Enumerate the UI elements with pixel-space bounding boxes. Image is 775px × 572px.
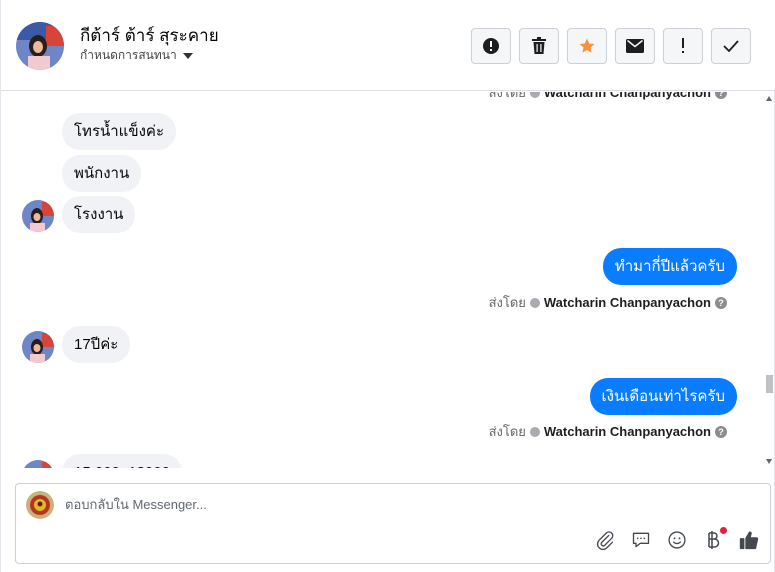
notification-dot	[720, 527, 727, 534]
scroll-up-arrow-icon[interactable]	[766, 96, 772, 101]
mark-unread-button[interactable]	[615, 28, 655, 64]
mark-done-button[interactable]	[711, 28, 751, 64]
chevron-down-icon	[182, 52, 193, 59]
contact-avatar-small	[22, 331, 54, 363]
conversation-header: กีต้าร์ ต้าร์ สุระคาย กำหนดการสนทนา	[1, 0, 775, 91]
delete-button[interactable]	[519, 28, 559, 64]
sent-by-label: ส่งโดย Watcharin Chanpanyachon ?	[489, 421, 727, 442]
follow-up-button[interactable]	[663, 28, 703, 64]
help-icon[interactable]: ?	[715, 425, 727, 438]
conversation-settings-label: กำหนดการสนทนา	[80, 48, 177, 62]
exclamation-circle-icon	[483, 38, 499, 54]
incoming-message[interactable]: พนักงาน	[62, 155, 142, 192]
outgoing-message[interactable]: เงินเดือนเท่าไรครับ	[589, 378, 737, 415]
help-icon[interactable]: ?	[715, 296, 727, 309]
saved-replies-button[interactable]	[630, 529, 652, 551]
check-icon	[723, 40, 739, 52]
sent-check-icon	[529, 426, 540, 437]
conversation-actions	[471, 28, 751, 64]
smiley-icon	[668, 531, 686, 549]
conversation-settings-dropdown[interactable]: กำหนดการสนทนา	[80, 46, 193, 65]
sent-by-label: ส่งโดย Watcharin Chanpanyachon ?	[489, 92, 727, 103]
inbox-conversation-panel: กีต้าร์ ต้าร์ สุระคาย กำหนดการสนทนา ส่งโ…	[0, 0, 775, 572]
contact-avatar[interactable]	[16, 22, 64, 70]
contact-avatar-small	[22, 200, 54, 232]
star-icon	[579, 38, 595, 53]
emoji-button[interactable]	[666, 529, 688, 551]
exclamation-icon	[682, 38, 684, 53]
baht-icon	[708, 531, 720, 549]
message-scrollbar[interactable]	[765, 92, 774, 468]
star-button[interactable]	[567, 28, 607, 64]
composer-tools	[594, 527, 760, 551]
scroll-thumb[interactable]	[766, 375, 773, 393]
incoming-message[interactable]: 15,000–18000	[62, 454, 182, 468]
page-avatar	[26, 491, 54, 519]
incoming-message[interactable]: 17ปีค่ะ	[62, 326, 131, 363]
sent-by-label: ส่งโดย Watcharin Chanpanyachon ?	[489, 292, 727, 313]
trash-icon	[532, 37, 546, 54]
contact-avatar-small	[22, 460, 54, 468]
incoming-message[interactable]: โรงงาน	[62, 196, 136, 233]
incoming-message[interactable]: โทรน้ำแข็งค่ะ	[62, 113, 177, 150]
paperclip-icon	[596, 531, 614, 550]
chat-bubble-icon	[632, 532, 650, 548]
reply-composer	[15, 483, 771, 564]
outgoing-message[interactable]: ทำมากี่ปีแล้วครับ	[602, 248, 737, 285]
envelope-icon	[626, 39, 644, 53]
payment-button[interactable]	[702, 527, 727, 551]
like-button[interactable]	[738, 529, 760, 551]
thumbs-up-icon	[739, 531, 759, 550]
sent-check-icon	[529, 92, 540, 98]
message-thread[interactable]: ส่งโดย Watcharin Chanpanyachon ? โทรน้ำแ…	[1, 92, 767, 468]
attach-button[interactable]	[594, 529, 616, 551]
scroll-down-arrow-icon[interactable]	[766, 459, 772, 464]
sent-check-icon	[529, 297, 540, 308]
contact-name[interactable]: กีต้าร์ ต้าร์ สุระคาย	[80, 22, 219, 49]
help-icon[interactable]: ?	[715, 92, 727, 99]
reply-input[interactable]	[65, 497, 685, 512]
mark-spam-button[interactable]	[471, 28, 511, 64]
